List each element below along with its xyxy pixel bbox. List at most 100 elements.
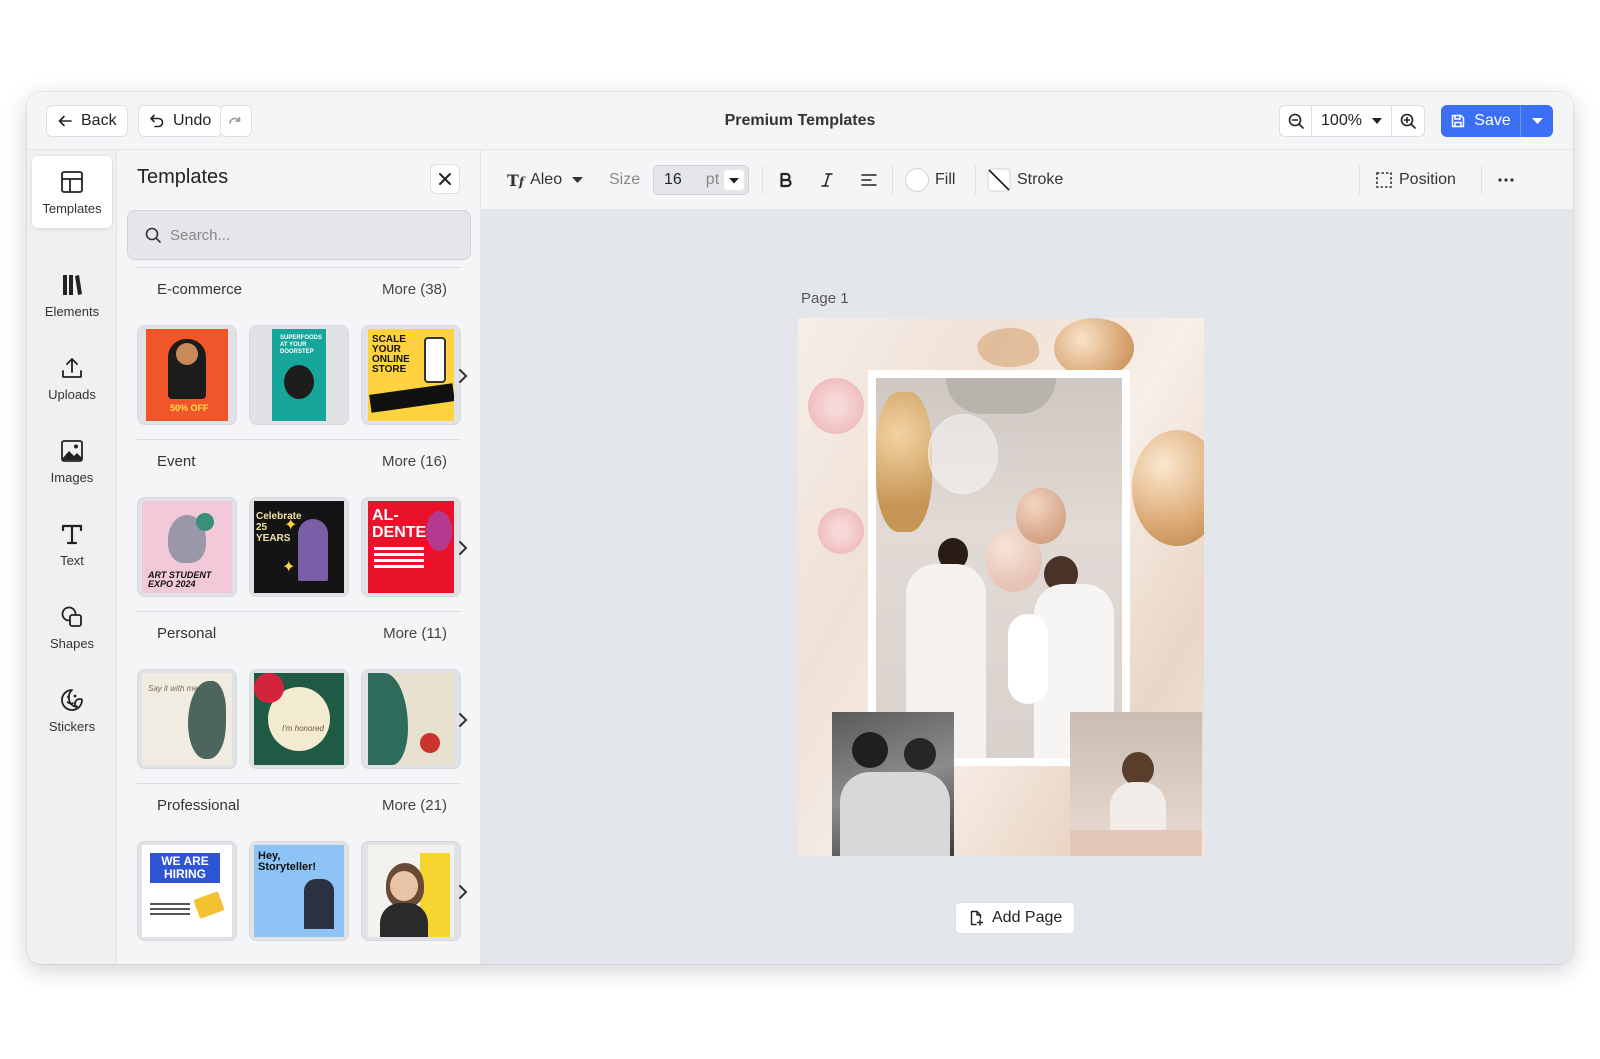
more-link[interactable]: More (21) — [382, 797, 447, 814]
search-box — [127, 210, 471, 260]
close-icon — [439, 173, 451, 185]
font-select[interactable]: Tf Aleo — [507, 150, 584, 210]
bold-button[interactable] — [779, 150, 793, 210]
save-group: Save — [1441, 105, 1553, 137]
rail-item-shapes[interactable]: Shapes — [32, 591, 112, 663]
save-button[interactable]: Save — [1441, 105, 1521, 137]
arrow-left-icon — [58, 115, 72, 127]
thumb-text: ART STUDENT EXPO 2024 — [148, 570, 212, 589]
zoom-control: 100% — [1279, 105, 1425, 137]
template-thumb[interactable]: I'm honored — [249, 669, 349, 769]
secondary-photo[interactable] — [832, 712, 954, 856]
search-input[interactable] — [170, 226, 450, 244]
tertiary-photo[interactable] — [1070, 712, 1202, 856]
save-options-button[interactable] — [1521, 105, 1553, 137]
more-options-button[interactable] — [1497, 150, 1515, 210]
template-thumb[interactable]: 50% OFF — [137, 325, 237, 425]
rail-label: Stickers — [48, 718, 96, 734]
category-name: Professional — [157, 797, 240, 814]
more-link[interactable]: More (38) — [382, 281, 447, 298]
zoom-out-button[interactable] — [1280, 106, 1312, 136]
thumb-text: Celebrate 25 YEARS — [256, 511, 302, 544]
fill-label: Fill — [935, 171, 956, 188]
template-thumb[interactable] — [361, 669, 461, 769]
redo-icon — [229, 116, 241, 124]
chevron-right-icon[interactable] — [455, 882, 471, 902]
sticker-icon — [61, 688, 83, 711]
more-link[interactable]: More (11) — [383, 625, 447, 642]
stroke-button[interactable]: Stroke — [987, 150, 1063, 210]
main-photo[interactable] — [868, 370, 1130, 766]
search-icon — [145, 227, 161, 243]
category-header: E-commerce More (38) — [137, 267, 461, 311]
align-button[interactable] — [861, 150, 877, 210]
fill-swatch-icon — [905, 168, 929, 192]
rail-item-uploads[interactable]: Uploads — [32, 342, 112, 414]
rail-item-stickers[interactable]: Stickers — [32, 674, 112, 746]
bold-icon — [780, 172, 792, 188]
thumb-text: SUPERFOODS AT YOUR DOORSTEP — [280, 335, 323, 355]
undo-button[interactable]: Undo — [138, 105, 223, 137]
undo-label: Undo — [173, 112, 212, 129]
template-thumb[interactable]: AL-DENTE — [361, 497, 461, 597]
close-panel-button[interactable] — [430, 164, 460, 194]
zoom-in-icon — [1400, 113, 1416, 129]
back-button[interactable]: Back — [46, 105, 128, 137]
italic-button[interactable] — [821, 150, 833, 210]
rail-label: Images — [50, 469, 94, 485]
rail-item-text[interactable]: Text — [32, 508, 112, 580]
save-icon — [1452, 114, 1465, 128]
more-link[interactable]: More (16) — [382, 453, 447, 470]
fill-button[interactable]: Fill — [905, 150, 955, 210]
rail-item-images[interactable]: Images — [32, 425, 112, 497]
template-thumb[interactable]: Say it with me — [137, 669, 237, 769]
font-name: Aleo — [530, 171, 563, 188]
thumb-text: Say it with me — [148, 684, 198, 693]
chevron-right-icon[interactable] — [455, 538, 471, 558]
design-page[interactable] — [798, 318, 1204, 856]
stroke-swatch-icon — [987, 168, 1011, 192]
caret-down-icon — [1531, 118, 1543, 124]
font-size-field[interactable]: 16 pt — [653, 165, 749, 195]
redo-button[interactable] — [220, 105, 252, 137]
chevron-right-icon[interactable] — [455, 710, 471, 730]
zoom-select[interactable]: 100% — [1312, 106, 1392, 136]
caret-down-icon — [1371, 118, 1382, 124]
zoom-in-button[interactable] — [1392, 106, 1424, 136]
left-rail: Templates Elements Uploads Images Text S… — [27, 150, 117, 964]
template-thumb[interactable]: ART STUDENT EXPO 2024 — [137, 497, 237, 597]
panel-title: Templates — [137, 166, 229, 188]
add-page-button[interactable]: Add Page — [955, 902, 1076, 934]
position-button[interactable]: Position — [1375, 150, 1456, 210]
elements-icon — [63, 274, 82, 295]
rail-item-elements[interactable]: Elements — [32, 259, 112, 331]
template-thumb[interactable]: Hey, Storyteller! — [249, 841, 349, 941]
more-horizontal-icon — [1498, 178, 1514, 182]
template-thumb[interactable]: Celebrate 25 YEARS ✦ ✦ — [249, 497, 349, 597]
font-size-dropdown[interactable] — [724, 170, 744, 190]
template-thumb[interactable]: SCALE YOUR ONLINE STORE — [361, 325, 461, 425]
templates-panel: Templates E-commerce More (38) 50% OFF — [117, 150, 481, 964]
font-size-unit: pt — [705, 171, 720, 188]
design-canvas: Page 1 Add Page — [481, 210, 1573, 964]
rail-label: Uploads — [48, 386, 96, 402]
chevron-right-icon[interactable] — [455, 366, 471, 386]
template-thumb[interactable]: WE ARE HIRING — [137, 841, 237, 941]
template-thumb[interactable] — [361, 841, 461, 941]
position-icon — [1376, 172, 1392, 188]
template-thumb[interactable]: SUPERFOODS AT YOUR DOORSTEP — [249, 325, 349, 425]
thumb-text: SCALE YOUR ONLINE STORE — [372, 334, 410, 375]
flower-decoration — [808, 378, 864, 434]
category-header: Professional More (21) — [137, 783, 461, 827]
rail-item-templates[interactable]: Templates — [32, 156, 112, 228]
balloon-decoration — [1054, 318, 1134, 378]
stroke-label: Stroke — [1017, 171, 1064, 188]
text-icon — [61, 524, 83, 544]
templates-icon — [61, 170, 83, 193]
category-header: Event More (16) — [137, 439, 461, 483]
editor-window: Back Undo Premium Templates 100% Save Te… — [27, 92, 1573, 964]
category-name: Event — [157, 453, 196, 470]
italic-icon — [821, 173, 833, 187]
category-name: Personal — [157, 625, 217, 642]
add-page-icon — [970, 910, 984, 926]
